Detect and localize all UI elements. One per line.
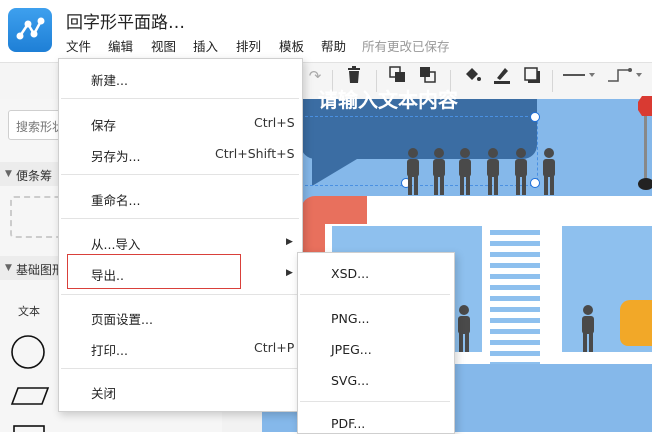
menu-item-new[interactable]: 新建... [91, 70, 128, 89]
collapse-triangle-icon[interactable]: ▼ [5, 169, 12, 179]
menu-item-export[interactable]: 导出.. [91, 265, 124, 284]
app-logo-icon[interactable] [8, 8, 52, 52]
shortcut-print: Ctrl+P [254, 340, 295, 355]
collapse-triangle-icon[interactable]: ▼ [5, 263, 12, 273]
shortcut-save-as: Ctrl+Shift+S [215, 146, 295, 161]
menu-divider [61, 368, 299, 369]
people-group-icon[interactable] [405, 147, 565, 197]
redo-icon[interactable]: ↷ [306, 66, 324, 86]
menu-template[interactable]: 模板 [279, 36, 304, 55]
submenu-arrow-icon: ▶ [286, 237, 293, 247]
road-horizontal[interactable] [365, 196, 652, 224]
export-pdf[interactable]: PDF... [331, 416, 365, 431]
export-jpeg[interactable]: JPEG... [331, 342, 372, 357]
export-svg[interactable]: SVG... [331, 373, 369, 388]
menu-file[interactable]: 文件 [66, 36, 91, 55]
menu-divider [61, 174, 299, 175]
menu-item-print[interactable]: 打印... [91, 340, 128, 359]
shape-text[interactable]: 文本 [18, 303, 40, 319]
resize-handle[interactable] [530, 112, 540, 122]
menu-item-close[interactable]: 关闭 [91, 383, 116, 402]
menu-item-rename[interactable]: 重命名... [91, 190, 140, 209]
send-back-icon[interactable] [418, 66, 438, 86]
document-title[interactable]: 回字形平面路… [66, 8, 185, 33]
bubble-text[interactable]: 请输入文本内容 [318, 84, 458, 113]
menu-item-save[interactable]: 保存 [91, 115, 116, 134]
export-submenu [297, 252, 455, 434]
menu-divider [300, 401, 450, 402]
section-label: 便条筹 [16, 169, 53, 183]
toolbar-divider [552, 70, 553, 92]
save-status: 所有更改已保存 [362, 39, 450, 54]
bring-front-icon[interactable] [388, 66, 408, 86]
menu-edit[interactable]: 编辑 [108, 36, 133, 55]
stop-sign-icon[interactable] [638, 96, 652, 192]
submenu-arrow-icon: ▶ [286, 268, 293, 278]
fill-color-icon[interactable] [462, 66, 482, 86]
search-placeholder: 搜索形状 [16, 120, 65, 134]
export-xsd[interactable]: XSD... [331, 266, 369, 281]
delete-icon[interactable] [344, 66, 364, 86]
menu-help[interactable]: 帮助 [321, 36, 346, 55]
menu-divider [61, 218, 299, 219]
menu-divider [61, 294, 299, 295]
connector-style-icon[interactable] [606, 66, 646, 86]
zebra-crossing[interactable] [490, 224, 540, 364]
menu-view[interactable]: 视图 [151, 36, 176, 55]
section-label: 基础图形 [16, 263, 65, 277]
shortcut-save: Ctrl+S [254, 115, 295, 130]
export-png[interactable]: PNG... [331, 311, 370, 326]
menu-divider [61, 98, 299, 99]
person-icon[interactable] [454, 304, 474, 354]
menu-arrange[interactable]: 排列 [236, 36, 261, 55]
menu-item-page-setup[interactable]: 页面设置... [91, 309, 153, 328]
shadow-icon[interactable] [522, 66, 542, 86]
taxi-car-icon[interactable] [620, 300, 652, 346]
person-icon[interactable] [578, 304, 598, 354]
menu-item-save-as[interactable]: 另存为... [91, 146, 140, 165]
line-color-icon[interactable] [492, 66, 512, 86]
menu-item-import[interactable]: 从...导入 [91, 234, 140, 253]
menu-divider [300, 294, 450, 295]
line-style-icon[interactable] [562, 66, 598, 86]
menu-insert[interactable]: 插入 [193, 36, 218, 55]
